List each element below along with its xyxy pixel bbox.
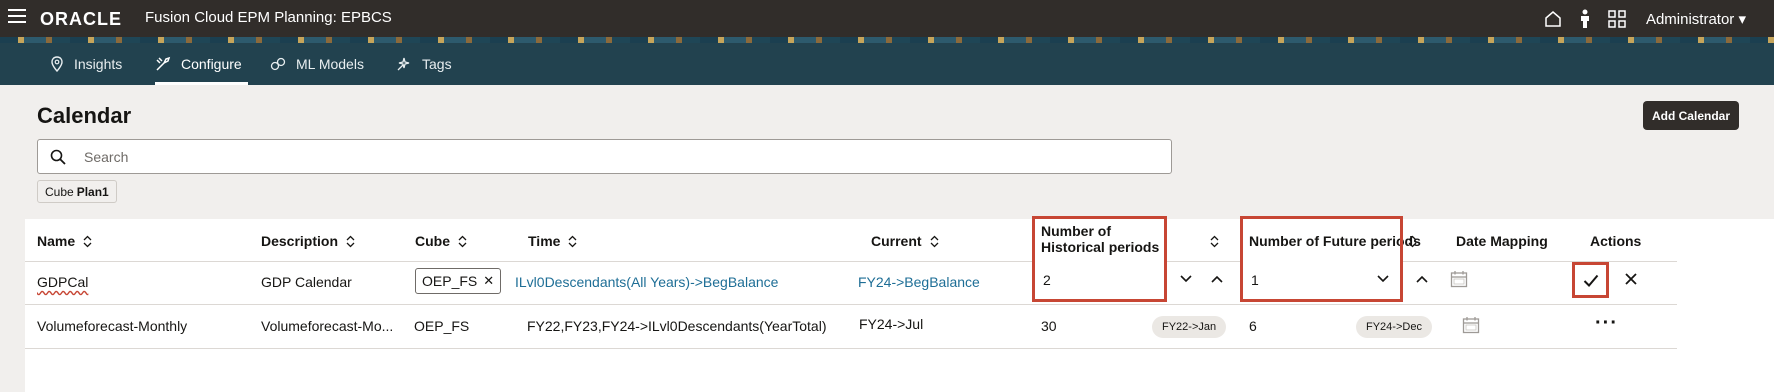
user-menu[interactable]: Administrator ▾ — [1646, 10, 1746, 28]
tab-label: Configure — [181, 56, 242, 72]
top-bar: ORACLE Fusion Cloud EPM Planning: EPBCS … — [0, 0, 1774, 37]
row2-historical-tag: FY22->Jan — [1152, 316, 1227, 338]
future-chevron-down-icon[interactable] — [1374, 269, 1392, 289]
historical-chevron-up-icon[interactable] — [1208, 269, 1226, 289]
column-label: Name — [37, 233, 76, 249]
row1-current-link[interactable]: FY24->BegBalance — [858, 274, 980, 290]
row1-name[interactable]: GDPCal — [37, 274, 88, 290]
navigator-person-icon[interactable] — [1574, 8, 1596, 30]
tags-icon — [396, 56, 412, 72]
grid-apps-icon[interactable] — [1606, 8, 1628, 30]
column-header-date-mapping: Date Mapping — [1456, 231, 1548, 251]
row1-cube-value: OEP_FS — [422, 273, 478, 289]
cancel-x-icon[interactable] — [1621, 269, 1641, 289]
hamburger-menu-icon[interactable] — [8, 9, 26, 25]
column-label: Actions — [1590, 233, 1642, 249]
oracle-logo: ORACLE — [40, 9, 122, 29]
tab-label: Tags — [422, 56, 452, 72]
add-calendar-button[interactable]: Add Calendar — [1643, 101, 1739, 130]
filter-chip-cube[interactable]: Cube Plan1 — [37, 180, 117, 203]
home-icon[interactable] — [1542, 8, 1564, 30]
row1-future-value: 1 — [1251, 272, 1259, 288]
top-icons: Administrator ▾ — [1542, 0, 1774, 37]
row2-time: FY22,FY23,FY24->ILvl0Descendants(YearTot… — [527, 318, 827, 334]
column-header-actions: Actions — [1590, 231, 1641, 251]
filter-chip-key: Cube — [45, 184, 74, 199]
tab-ml-models[interactable]: ML Models — [270, 43, 364, 85]
row1-calendar-icon[interactable] — [1450, 270, 1468, 293]
column-header-cube[interactable]: Cube — [415, 231, 467, 251]
search-input[interactable] — [84, 148, 1084, 165]
row2-description: Volumeforecast-Mo... — [261, 318, 394, 334]
column-label: Cube — [415, 233, 450, 249]
tab-label: ML Models — [296, 56, 364, 72]
row-divider — [25, 304, 1677, 305]
tab-configure[interactable]: Configure — [155, 43, 248, 85]
row2-calendar-icon[interactable] — [1462, 316, 1480, 339]
row1-time-link[interactable]: ILvl0Descendants(All Years)->BegBalance — [515, 274, 778, 290]
column-header-name[interactable]: Name — [37, 231, 92, 251]
row1-historical-input[interactable]: 2 — [1035, 261, 1164, 299]
sort-icon[interactable] — [568, 235, 577, 248]
tab-insights[interactable]: Insights — [50, 43, 122, 85]
row1-historical-value: 2 — [1043, 272, 1051, 288]
user-name: Administrator — [1645, 10, 1735, 28]
column-label: Description — [261, 233, 339, 249]
historical-chevron-down-icon[interactable] — [1177, 269, 1195, 289]
sort-icon[interactable] — [346, 235, 355, 248]
column-header-time[interactable]: Time — [528, 231, 577, 251]
row1-cube-selector[interactable]: OEP_FS ✕ — [415, 268, 502, 294]
tab-label: Insights — [74, 56, 123, 72]
ml-models-icon — [270, 56, 286, 72]
sort-icon[interactable] — [83, 235, 92, 248]
nav-bar: Insights Configure ML Models Tags — [0, 43, 1774, 85]
sort-icon[interactable] — [1408, 235, 1417, 248]
search-icon — [50, 149, 66, 165]
column-label: Date Mapping — [1456, 233, 1548, 249]
row1-description: GDP Calendar — [261, 274, 352, 290]
row2-future-tag: FY24->Dec — [1356, 316, 1432, 338]
chevron-down-icon: ▾ — [1738, 10, 1746, 28]
column-header-current[interactable]: Current — [871, 231, 939, 251]
column-label: Current — [871, 233, 922, 249]
row-divider — [25, 348, 1677, 349]
tab-tags[interactable]: Tags — [396, 43, 452, 85]
app-title: Fusion Cloud EPM Planning: EPBCS — [145, 9, 392, 26]
row2-cube: OEP_FS — [414, 318, 470, 334]
row2-name[interactable]: Volumeforecast-Monthly — [37, 318, 187, 334]
column-header-description[interactable]: Description — [261, 231, 355, 251]
insights-pin-icon — [50, 56, 64, 72]
filter-chip-value: Plan1 — [76, 184, 109, 199]
sort-icon[interactable] — [458, 235, 467, 248]
row2-future: 6 — [1249, 318, 1257, 334]
save-check-icon[interactable] — [1575, 265, 1606, 295]
row2-current: FY24->Jul — [859, 316, 924, 332]
remove-cube-icon[interactable]: ✕ — [483, 273, 494, 289]
sort-icon[interactable] — [1210, 235, 1219, 248]
configure-tools-icon — [155, 56, 171, 72]
future-chevron-up-icon[interactable] — [1413, 269, 1431, 289]
column-label: Time — [528, 233, 561, 249]
calendar-table: Name Description Cube Time Current Numbe… — [25, 216, 1774, 392]
row2-more-actions-icon[interactable]: ··· — [1595, 312, 1618, 335]
row-divider — [25, 261, 1677, 262]
page-title: Calendar — [37, 103, 132, 128]
sort-icon[interactable] — [930, 235, 939, 248]
search-field[interactable] — [37, 139, 1172, 174]
row2-historical: 30 — [1041, 318, 1057, 334]
